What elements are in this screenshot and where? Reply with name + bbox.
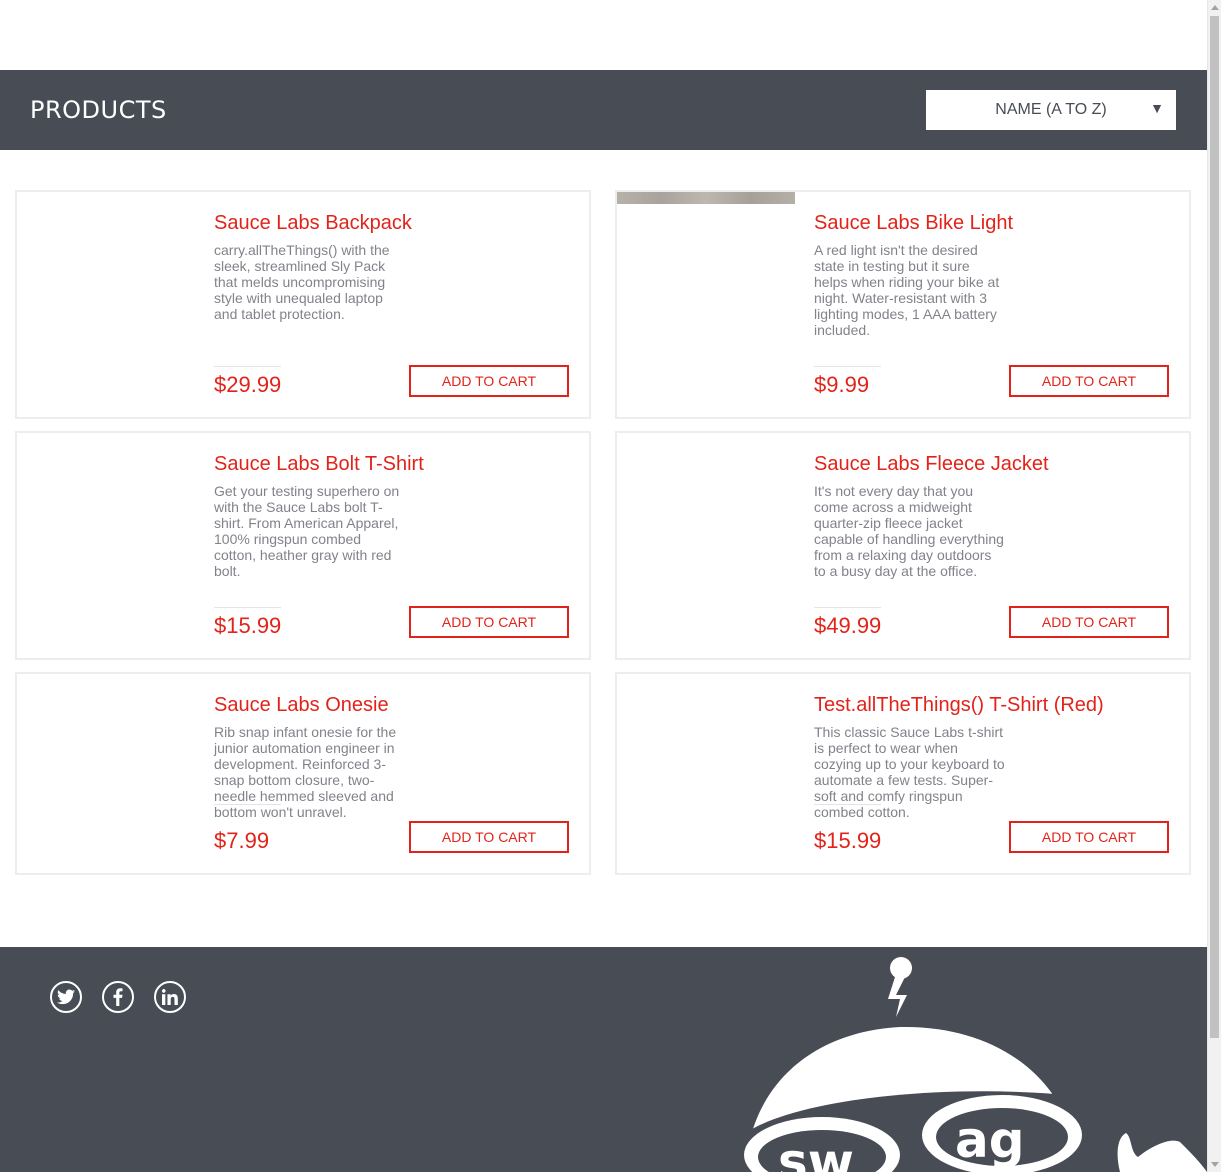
product-description: carry.allTheThings() with the sleek, str… xyxy=(214,242,390,322)
facebook-icon[interactable] xyxy=(102,981,134,1013)
page: PRODUCTS NAME (A TO Z) ▼ Sauce Labs Back… xyxy=(0,0,1207,1172)
secondary-header: PRODUCTS NAME (A TO Z) ▼ xyxy=(0,70,1207,150)
chevron-down-icon: ▼ xyxy=(1150,100,1164,116)
scroll-down-icon[interactable] xyxy=(1211,1162,1219,1167)
inventory-item: Sauce Labs Backpack carry.allTheThings()… xyxy=(15,190,591,419)
add-to-cart-button[interactable]: ADD TO CART xyxy=(1009,606,1169,638)
product-name-link[interactable]: Sauce Labs Onesie xyxy=(214,694,389,717)
product-price: $29.99 xyxy=(214,372,282,397)
product-description: It's not every day that you come across … xyxy=(814,483,1004,579)
product-description: Rib snap infant onesie for the junior au… xyxy=(214,724,397,820)
add-to-cart-button[interactable]: ADD TO CART xyxy=(1009,365,1169,397)
product-name-link[interactable]: Sauce Labs Backpack xyxy=(214,212,412,235)
product-image[interactable] xyxy=(17,192,195,417)
svg-text:sw: sw xyxy=(778,1133,854,1172)
product-price: $49.99 xyxy=(814,613,882,638)
product-name-link[interactable]: Sauce Labs Bike Light xyxy=(814,212,1013,235)
product-price: $9.99 xyxy=(814,372,870,397)
vertical-scrollbar[interactable] xyxy=(1207,0,1221,1172)
scrollbar-thumb[interactable] xyxy=(1210,16,1219,1038)
product-image[interactable] xyxy=(617,674,795,873)
price-divider xyxy=(814,804,881,805)
product-description: Get your testing superhero on with the S… xyxy=(214,483,400,579)
product-description: This classic Sauce Labs t-shirt is perfe… xyxy=(814,724,1005,820)
product-image[interactable] xyxy=(17,674,195,873)
product-price: $15.99 xyxy=(814,828,882,853)
inventory-item: Sauce Labs Bike Light A red light isn't … xyxy=(615,190,1191,419)
inventory-item: Sauce Labs Fleece Jacket It's not every … xyxy=(615,431,1191,660)
price-divider xyxy=(214,804,281,805)
product-description: A red light isn't the desired state in t… xyxy=(814,242,1000,338)
price-divider xyxy=(214,366,281,367)
product-image-strip xyxy=(617,192,795,204)
product-name-link[interactable]: Sauce Labs Fleece Jacket xyxy=(814,453,1049,476)
scroll-up-icon[interactable] xyxy=(1211,5,1219,10)
product-image[interactable] xyxy=(617,192,795,417)
price-divider xyxy=(814,607,881,608)
inventory-item: Sauce Labs Bolt T-Shirt Get your testing… xyxy=(15,431,591,660)
add-to-cart-button[interactable]: ADD TO CART xyxy=(409,365,569,397)
sort-dropdown[interactable]: NAME (A TO Z) ▼ xyxy=(926,90,1176,130)
price-divider xyxy=(214,607,281,608)
product-price: $15.99 xyxy=(214,613,282,638)
product-name-link[interactable]: Sauce Labs Bolt T-Shirt xyxy=(214,453,424,476)
add-to-cart-button[interactable]: ADD TO CART xyxy=(409,606,569,638)
footer: sw ag xyxy=(0,947,1207,1172)
add-to-cart-button[interactable]: ADD TO CART xyxy=(409,821,569,853)
linkedin-icon[interactable] xyxy=(154,981,186,1013)
product-image[interactable] xyxy=(617,433,795,658)
product-name-link[interactable]: Test.allTheThings() T-Shirt (Red) xyxy=(814,694,1104,717)
product-image[interactable] xyxy=(17,433,195,658)
add-to-cart-button[interactable]: ADD TO CART xyxy=(1009,821,1169,853)
product-price: $7.99 xyxy=(214,828,270,853)
page-title: PRODUCTS xyxy=(30,96,167,124)
price-divider xyxy=(814,366,881,367)
inventory-item: Sauce Labs Onesie Rib snap infant onesie… xyxy=(15,672,591,875)
inventory-item: Test.allTheThings() T-Shirt (Red) This c… xyxy=(615,672,1191,875)
twitter-icon[interactable] xyxy=(50,981,82,1013)
svg-text:ag: ag xyxy=(955,1111,1025,1169)
sort-selected-value: NAME (A TO Z) xyxy=(995,101,1107,118)
swag-bot-mascot-icon: sw ag xyxy=(740,957,1207,1172)
